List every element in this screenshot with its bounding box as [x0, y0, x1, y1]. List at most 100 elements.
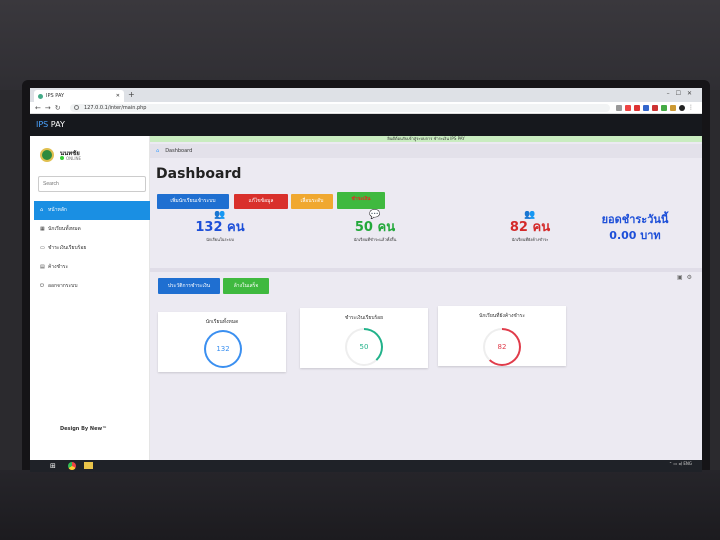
new-tab-icon[interactable]: + — [128, 90, 135, 100]
extension-icon[interactable] — [634, 105, 640, 111]
star-icon[interactable] — [616, 105, 622, 111]
home-icon[interactable]: ⌂ — [156, 148, 159, 154]
card-paid: ชำระเงินเรียบร้อย 50 — [300, 308, 428, 368]
ring-value: 50 — [347, 330, 381, 364]
online-dot-icon — [60, 156, 64, 160]
sidebar-item-label: หน้าหลัก — [48, 207, 67, 213]
url-field[interactable]: 127.0.0.1/inter/main.php — [70, 104, 610, 112]
sidebar-item-label: ชำระเงินเรียบร้อย — [48, 245, 87, 251]
stat-value: 132 คน — [195, 220, 245, 235]
tab-title: IPS PAY — [46, 93, 65, 99]
address-bar-row: ←→↻ 127.0.0.1/inter/main.php ⋮ — [30, 102, 702, 114]
add-student-button[interactable]: เพิ่มนักเรียนเข้าระบบ — [157, 194, 229, 209]
sidebar: นนทชัย ONLINE ⌂หน้าหลัก ▦นักเรียนทั้งหมด… — [30, 136, 152, 460]
breadcrumb: ⌂ Dashboard — [150, 144, 702, 158]
stat-value: 50 คน — [354, 220, 396, 235]
button-label: แก้ไขข้อมูล — [248, 198, 274, 204]
close-tab-icon[interactable]: ✕ — [116, 90, 120, 102]
extension-icons: ⋮ — [616, 105, 694, 111]
payment-button[interactable]: ชำระเงิน — [337, 192, 385, 209]
extension-icon[interactable] — [625, 105, 631, 111]
sidebar-item-paid[interactable]: ▭ ชำระเงินเรียบร้อย — [34, 239, 152, 258]
announcement-bar: ยินดีต้อนรับเข้าสู่ระบบการ ชำระเงิน IPS … — [150, 136, 702, 142]
main-content: ยินดีต้อนรับเข้าสู่ระบบการ ชำระเงิน IPS … — [150, 136, 702, 460]
system-tray[interactable]: ⌃ ▭ ◂) ENG — [669, 461, 692, 466]
document-icon: ▤ — [40, 264, 45, 270]
button-label: ชำระเงิน — [351, 196, 371, 202]
print-icon[interactable]: ▣ — [677, 274, 687, 281]
app-header: IPS PAY — [30, 114, 702, 136]
card-all-students: นักเรียนทั้งหมด 132 — [158, 312, 286, 372]
panel-toolbar: ประวัติการชำระเงิน ล้างในเสร็จ ▣⚙ — [150, 272, 702, 298]
stat-value: 82 คน — [509, 220, 551, 235]
browser-tab-bar: IPS PAY ✕ + –☐✕ — [30, 88, 702, 102]
stat-total: 👥 132 คน นักเรียนในระบบ — [170, 210, 270, 264]
brand-suffix: PAY — [48, 120, 65, 129]
breadcrumb-label: Dashboard — [165, 148, 193, 154]
page-title: Dashboard — [156, 166, 242, 182]
windows-start-icon[interactable]: ⊞ — [50, 462, 58, 470]
sidebar-item-label: นักเรียนทั้งหมด — [48, 226, 81, 232]
sidebar-item-unpaid[interactable]: ▤ ค้างชำระ — [34, 258, 152, 277]
stat-caption: นักเรียนที่ชำระแล้วทั้งสิ้น — [353, 237, 397, 242]
info-icon[interactable] — [74, 105, 79, 110]
today-label: ยอดชำระวันนี้ — [601, 213, 669, 226]
progress-ring: 132 — [204, 330, 242, 368]
progress-ring: 82 — [483, 328, 521, 366]
progress-ring: 50 — [345, 328, 383, 366]
money-icon: ▭ — [40, 245, 45, 251]
users-icon: 👥 — [214, 210, 226, 220]
extension-icon[interactable] — [670, 105, 676, 111]
extension-icon[interactable] — [643, 105, 649, 111]
home-icon: ⌂ — [40, 207, 44, 213]
settings-icon[interactable]: ⚙ — [687, 274, 696, 281]
nav-buttons[interactable]: ←→↻ — [35, 103, 65, 113]
calendar-icon: ▦ — [40, 226, 45, 232]
sidebar-menu: ⌂ หน้าหลัก ▦ นักเรียนทั้งหมด ▭ ชำระเงินเรีย… — [34, 201, 152, 296]
chrome-taskbar-icon[interactable] — [68, 462, 76, 470]
sidebar-item-logout[interactable]: ⏻ ออกจากระบบ — [34, 277, 152, 296]
sidebar-item-home[interactable]: ⌂ หน้าหลัก — [34, 201, 152, 220]
stat-caption: นักเรียนในระบบ — [206, 237, 234, 242]
today-value: 0.00 บาท — [609, 229, 661, 242]
brand-prefix: IPS — [36, 120, 49, 129]
sidebar-search-input[interactable] — [38, 176, 146, 192]
status-text: ONLINE — [66, 156, 82, 161]
user-status: ONLINE — [60, 156, 81, 161]
stat-caption: นักเรียนที่ยังค้างชำระ — [511, 237, 549, 242]
profile-avatar[interactable] — [679, 105, 685, 111]
stat-unpaid: 👥 82 คน นักเรียนที่ยังค้างชำระ — [475, 210, 585, 264]
button-label: เพิ่มนักเรียนเข้าระบบ — [170, 198, 216, 204]
ring-value: 132 — [206, 332, 240, 366]
credit-text: Design By New™ — [60, 426, 108, 432]
stat-paid: 💬 50 คน นักเรียนที่ชำระแล้วทั้งสิ้น — [320, 210, 430, 264]
browser-tab[interactable]: IPS PAY ✕ — [34, 90, 124, 102]
windows-taskbar: ⊞ ⌃ ▭ ◂) ENG — [30, 460, 702, 472]
chat-icon: 💬 — [369, 210, 381, 220]
button-label: ประวัติการชำระเงิน — [167, 283, 211, 289]
payment-history-button[interactable]: ประวัติการชำระเงิน — [158, 278, 220, 294]
sidebar-item-label: ออกจากระบบ — [48, 283, 78, 289]
window-controls[interactable]: –☐✕ — [667, 90, 698, 97]
extension-icon[interactable] — [652, 105, 658, 111]
user-avatar — [40, 148, 54, 162]
extension-icon[interactable] — [661, 105, 667, 111]
panel-tools: ▣⚙ — [677, 274, 696, 281]
promote-button[interactable]: เลื่อนระดับ — [291, 194, 333, 209]
menu-kebab-icon[interactable]: ⋮ — [688, 105, 694, 111]
ring-value: 82 — [485, 330, 519, 364]
sidebar-item-all-students[interactable]: ▦ นักเรียนทั้งหมด — [34, 220, 152, 239]
today-total: ยอดชำระวันนี้ 0.00 บาท — [570, 212, 700, 244]
card-title: นักเรียนที่ยังค้างชำระ — [478, 313, 526, 319]
clear-button[interactable]: ล้างในเสร็จ — [223, 278, 269, 294]
button-label: ล้างในเสร็จ — [233, 283, 259, 289]
card-title: ชำระเงินเรียบร้อย — [344, 315, 384, 321]
wall-background — [0, 0, 720, 90]
monitor-screen: IPS PAY ✕ + –☐✕ ←→↻ 127.0.0.1/inter/main… — [30, 88, 702, 460]
users-icon: 👥 — [524, 210, 536, 220]
power-icon: ⏻ — [40, 283, 44, 289]
file-explorer-icon[interactable] — [84, 462, 93, 469]
edit-data-button[interactable]: แก้ไขข้อมูล — [234, 194, 288, 209]
card-title: นักเรียนทั้งหมด — [205, 319, 239, 325]
sidebar-item-label: ค้างชำระ — [48, 264, 69, 270]
